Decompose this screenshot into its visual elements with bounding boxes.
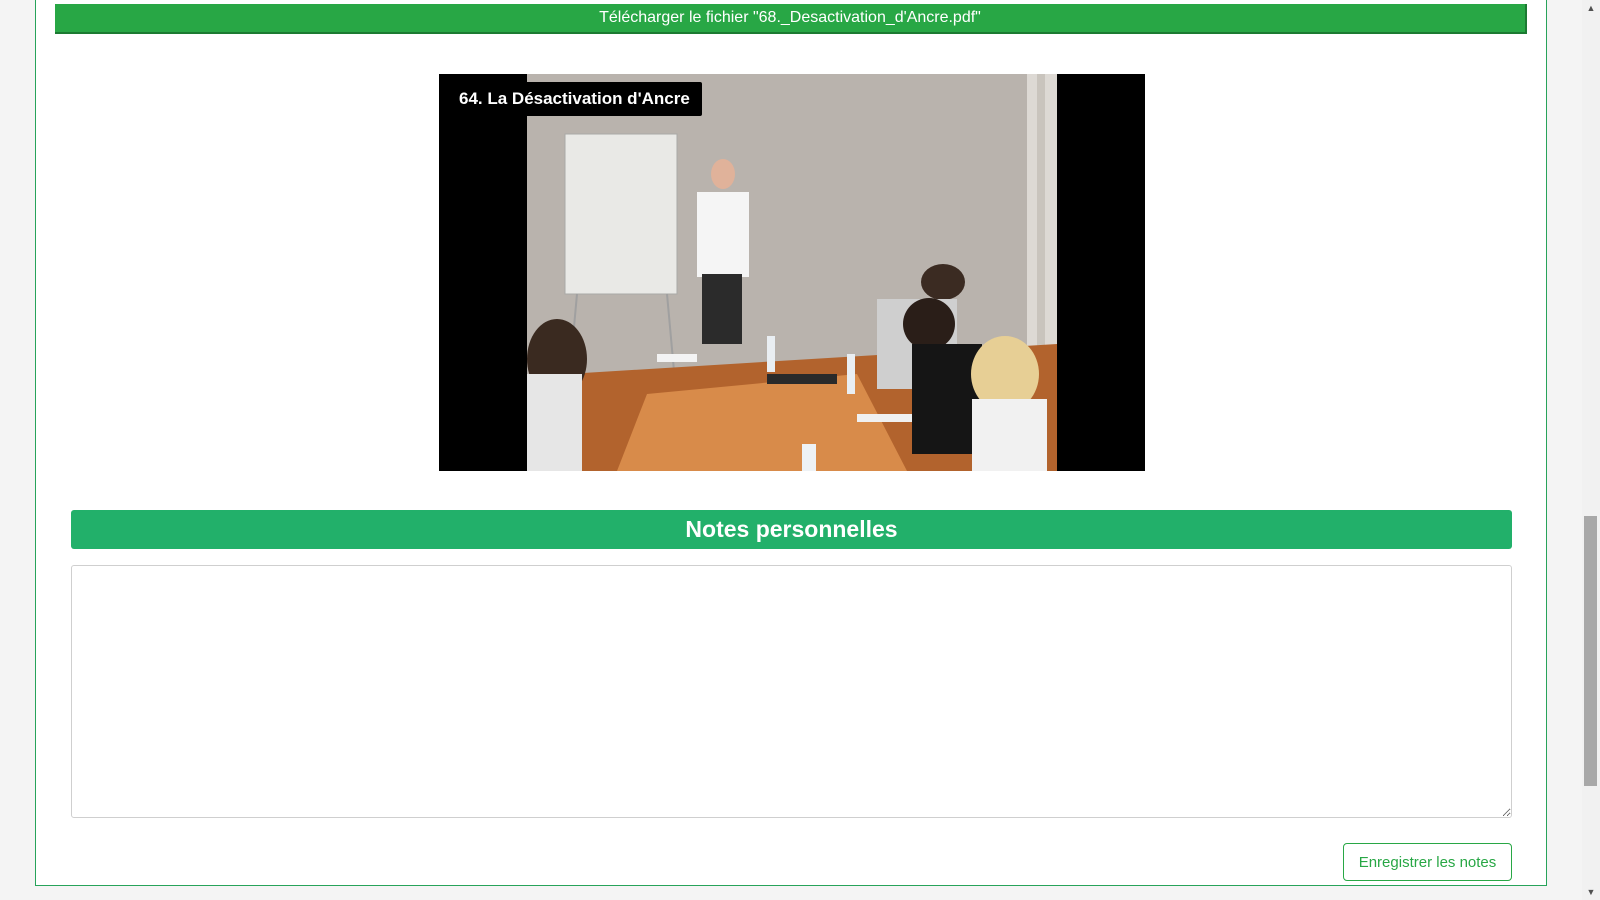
video-frame-image bbox=[527, 74, 1057, 471]
video-player[interactable]: 64. La Désactivation d'Ancre bbox=[439, 74, 1145, 471]
notes-section-header: Notes personnelles bbox=[71, 510, 1512, 549]
scrollbar-thumb[interactable] bbox=[1584, 516, 1597, 786]
scroll-down-arrow-icon[interactable]: ▼ bbox=[1582, 884, 1600, 900]
notes-textarea[interactable] bbox=[71, 565, 1512, 818]
vertical-scrollbar[interactable]: ▲ ▼ bbox=[1582, 0, 1600, 900]
scroll-up-arrow-icon[interactable]: ▲ bbox=[1582, 0, 1600, 16]
video-title: 64. La Désactivation d'Ancre bbox=[447, 82, 702, 116]
save-notes-button[interactable]: Enregistrer les notes bbox=[1343, 843, 1512, 881]
download-file-button[interactable]: Télécharger le fichier "68._Desactivatio… bbox=[55, 4, 1527, 34]
